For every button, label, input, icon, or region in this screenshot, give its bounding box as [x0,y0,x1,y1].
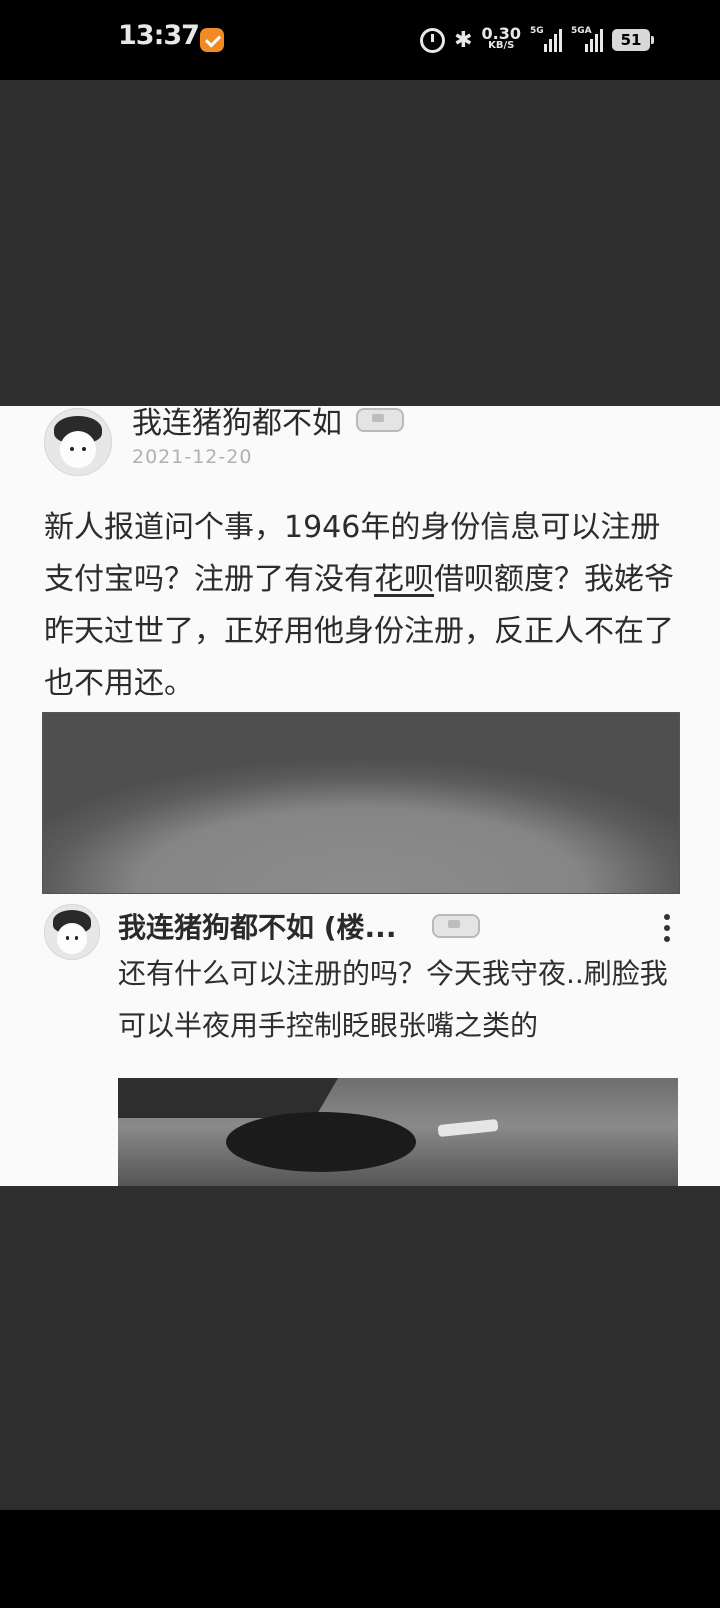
alarm-icon [420,27,446,53]
network-speed: 0.30 KB/S [481,24,521,52]
signal-5ga-icon: 5GA [571,26,603,52]
reply-author-avatar[interactable] [44,904,100,960]
post-author-name[interactable]: 我连猪狗都不如 [132,406,342,442]
clock: 13:37 [118,20,200,51]
navigation-bar [0,1510,720,1608]
bluetooth-icon: ✱ [454,27,473,53]
post-body: 新人报道问个事，1946年的身份信息可以注册支付宝吗？注册了有没有花呗借呗额度？… [44,510,674,701]
post-image[interactable] [42,712,680,894]
reply-body: 还有什么可以注册的吗？今天我守夜..刷脸我可以半夜用手控制眨眼张嘴之类的 [118,957,668,1042]
reply-image[interactable] [118,1078,678,1186]
signal-5g-icon: 5G [530,26,562,52]
huabei-link[interactable]: 花呗 [374,562,434,597]
level-badge-icon [356,408,404,432]
post-date: 2021-12-20 [132,446,253,468]
more-options-icon[interactable] [664,914,672,942]
status-icons: ✱ 0.30 KB/S 5G 5GA 51 [420,24,654,56]
reply-author-name[interactable]: 我连猪狗都不如 (楼... [118,906,396,946]
post-author-avatar[interactable] [44,408,112,476]
shared-screenshot[interactable]: 我连猪狗都不如 2021-12-20 新人报道问个事，1946年的身份信息可以注… [0,406,720,1186]
battery-icon: 51 [612,29,654,51]
status-bar: 13:37 ✱ 0.30 KB/S 5G 5GA 51 [0,0,720,80]
app-notification-icon [200,28,224,52]
level-badge-icon [432,914,480,938]
